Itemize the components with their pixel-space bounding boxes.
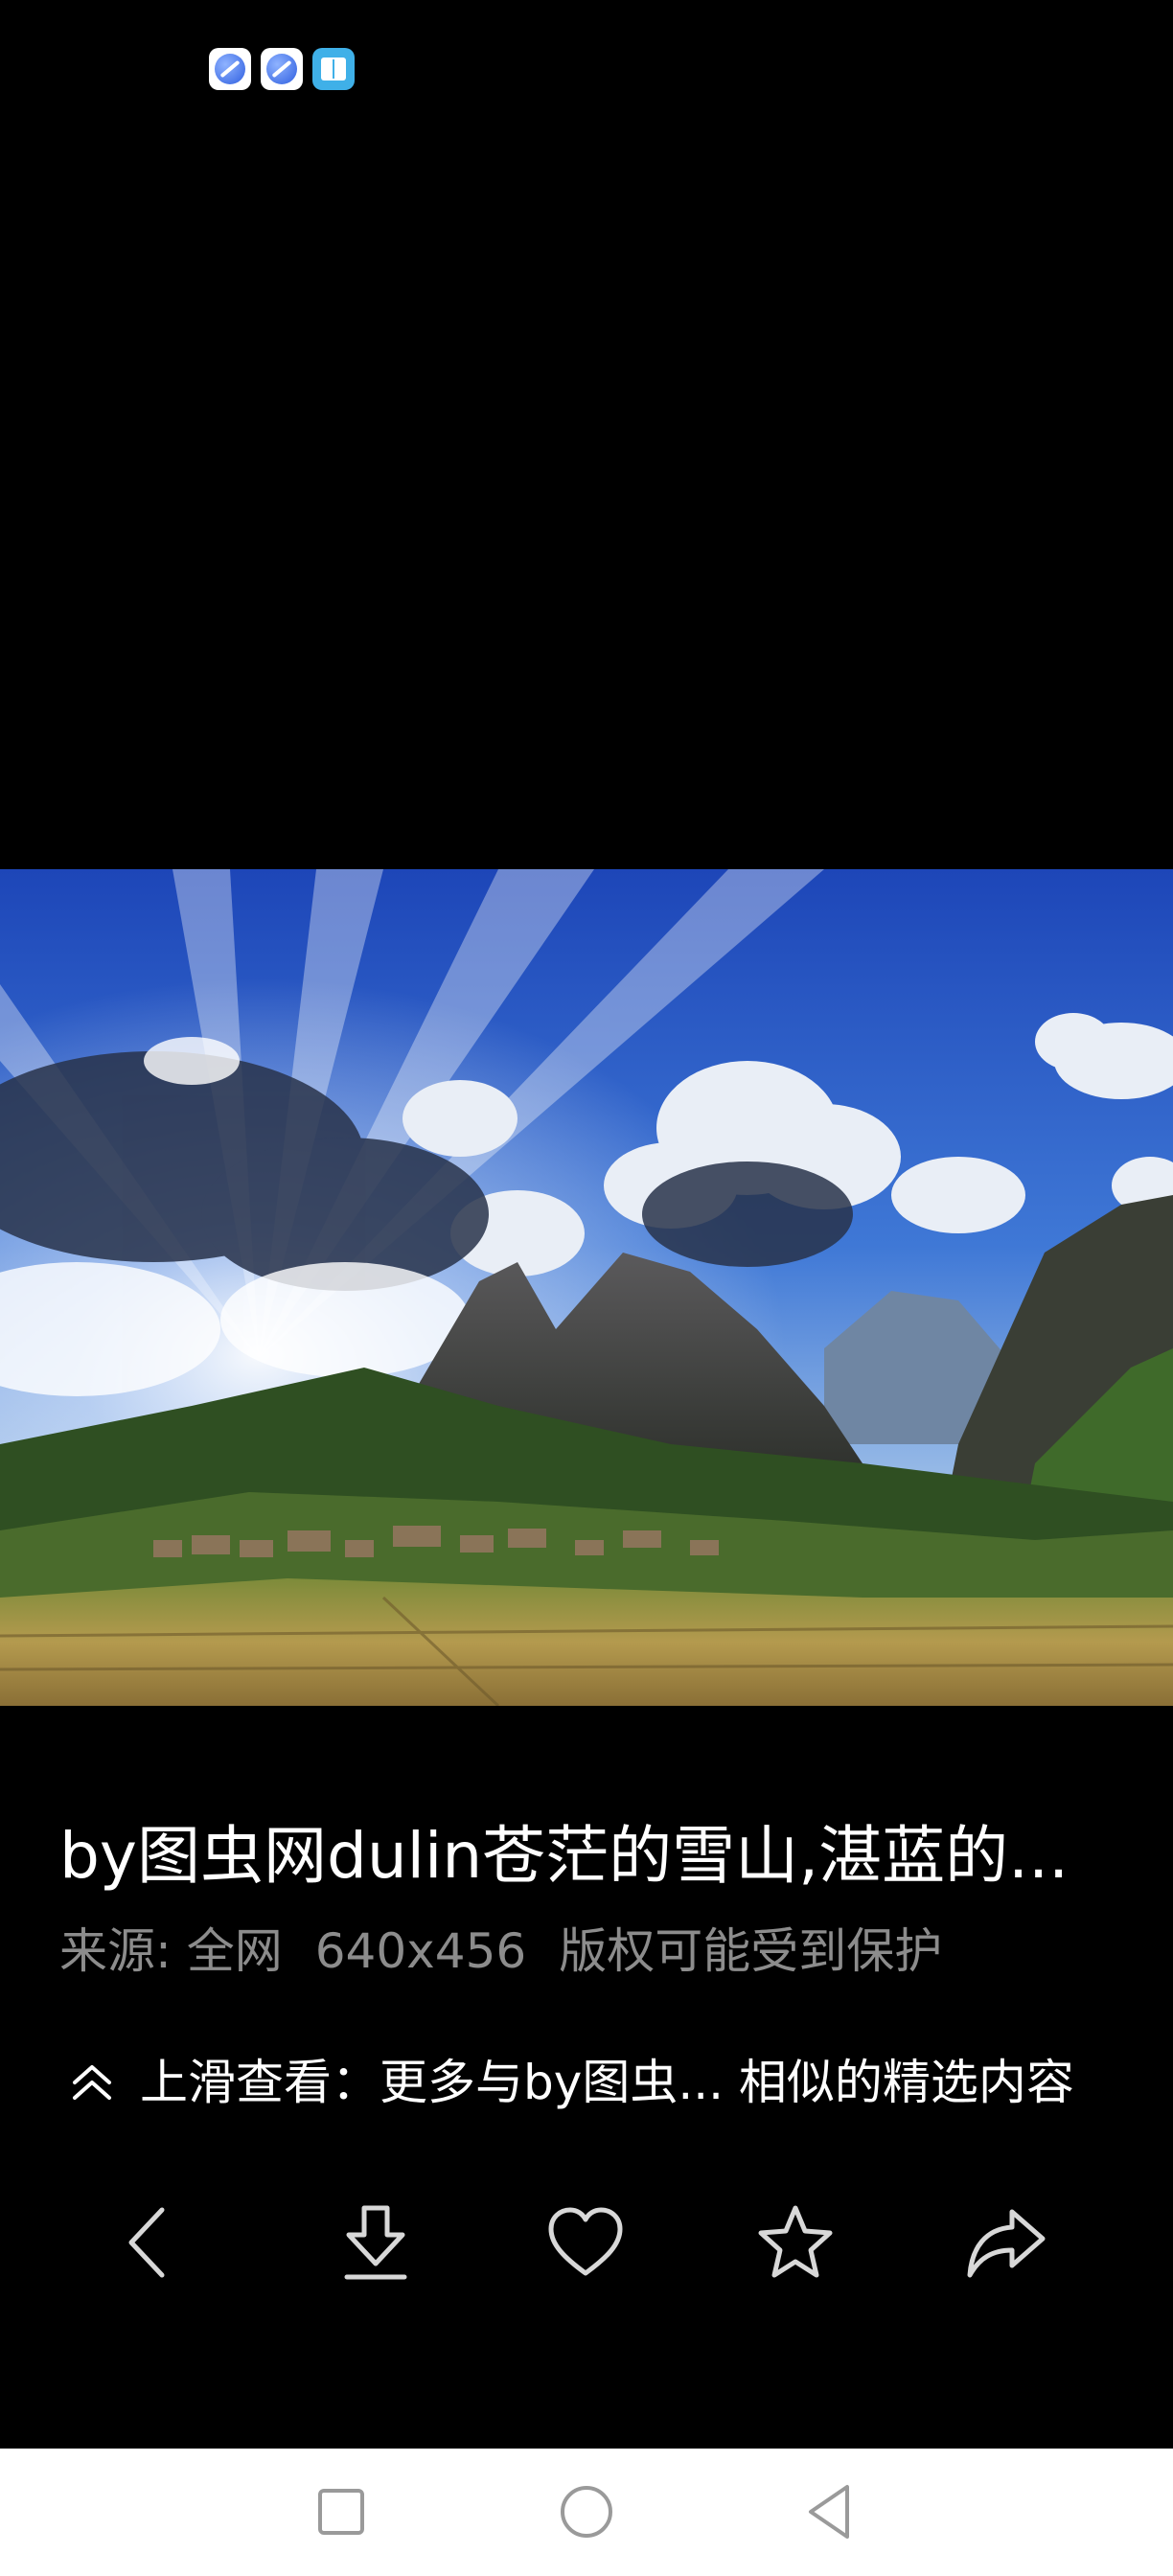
image-action-bar <box>0 2195 1173 2290</box>
favorite-button[interactable] <box>748 2195 843 2290</box>
recents-square-icon <box>318 2489 364 2535</box>
browser-icon <box>209 48 251 90</box>
back-icon <box>128 2207 165 2278</box>
share-icon <box>967 2209 1046 2278</box>
download-button[interactable] <box>328 2195 424 2290</box>
image-meta: 来源: 全网 640x456 版权可能受到保护 <box>59 1920 942 1983</box>
share-button[interactable] <box>958 2195 1054 2290</box>
image-dimensions: 640x456 <box>314 1923 527 1979</box>
recents-button[interactable] <box>303 2473 380 2550</box>
swipe-up-hint[interactable]: 上滑查看：更多与by图虫... 相似的精选内容 <box>67 2051 1074 2114</box>
nav-back-button[interactable] <box>792 2473 868 2550</box>
system-navigation-bar <box>0 2449 1173 2576</box>
star-icon <box>758 2205 833 2278</box>
heart-icon <box>548 2207 623 2276</box>
double-chevron-up-icon <box>73 2065 111 2100</box>
book-reader-icon <box>312 48 355 90</box>
landscape-photo[interactable] <box>0 869 1173 1706</box>
back-triangle-icon <box>809 2485 849 2539</box>
swipe-up-hint-text: 上滑查看：更多与by图虫... 相似的精选内容 <box>140 2055 1074 2110</box>
image-source: 来源: 全网 <box>59 1923 283 1979</box>
image-title: by图虫网dulin苍茫的雪山,湛蓝的... <box>59 1819 1070 1893</box>
like-button[interactable] <box>538 2195 633 2290</box>
image-copyright-note: 版权可能受到保护 <box>559 1923 943 1979</box>
browser-icon <box>261 48 303 90</box>
back-button[interactable] <box>101 2195 196 2290</box>
image-viewer-screen: by图虫网dulin苍茫的雪山,湛蓝的... 来源: 全网 640x456 版权… <box>0 0 1173 2576</box>
status-bar-app-icons <box>209 48 355 90</box>
home-button[interactable] <box>548 2473 625 2550</box>
download-icon <box>344 2205 407 2280</box>
home-circle-icon <box>561 2486 612 2538</box>
